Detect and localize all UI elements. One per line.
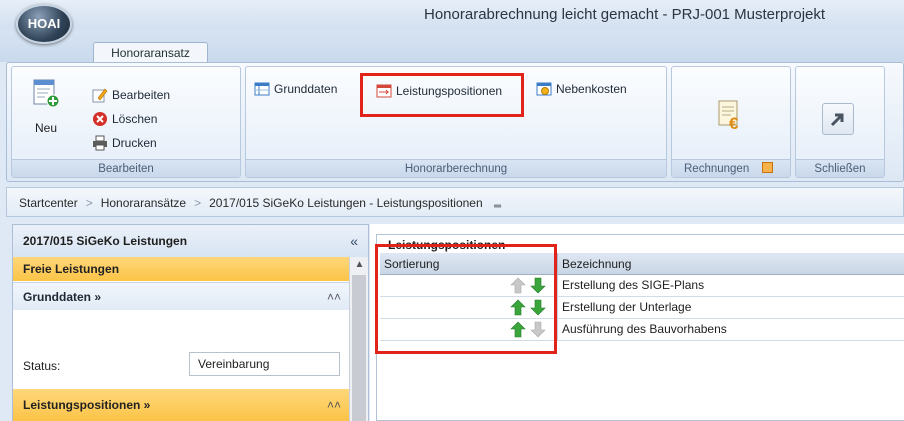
printer-icon	[93, 135, 107, 151]
ribbon-group-schliessen: Schließen	[795, 66, 885, 178]
edit-pencil-icon	[92, 88, 108, 103]
group-label-rechnungen: Rechnungen	[672, 159, 790, 177]
exit-arrow-icon	[830, 113, 844, 127]
invoice-euro-icon[interactable]: €	[714, 99, 746, 131]
grunddaten-button-label: Grunddaten	[274, 82, 338, 96]
new-button[interactable]: Neu	[24, 73, 68, 143]
table-icon	[254, 82, 270, 96]
ribbon-group-rechnungen: € Rechnungen	[671, 66, 791, 178]
left-panel-header: 2017/015 SiGeKo Leistungen «	[13, 225, 368, 257]
bezeichnung-cell: Ausführung des Bauvorhabens	[562, 322, 727, 336]
window-title: Honorarabrechnung leicht gemacht - PRJ-0…	[424, 6, 826, 23]
delete-x-icon	[93, 112, 107, 126]
highlight-sortierung-column	[375, 244, 557, 354]
delete-button-label: Löschen	[112, 112, 158, 126]
costs-table-icon	[536, 82, 552, 96]
bezeichnung-cell: Erstellung des SIGE-Plans	[562, 278, 705, 292]
app-logo-button[interactable]: HOAI	[16, 4, 72, 44]
rechnungen-label: Rechnungen	[684, 163, 750, 175]
nebenkosten-button-label: Nebenkosten	[556, 82, 627, 96]
section-leistungspositionen-label: Leistungspositionen »	[23, 398, 151, 412]
delete-button[interactable]: Löschen	[92, 111, 157, 127]
scroll-up-icon[interactable]: ▲	[350, 259, 369, 270]
new-document-icon	[33, 79, 60, 108]
left-panel-title: 2017/015 SiGeKo Leistungen	[23, 234, 188, 248]
collapse-section-icon[interactable]: ˄˄	[327, 389, 341, 421]
highlight-leistungspositionen-button	[360, 73, 524, 117]
group-label-schliessen: Schließen	[796, 159, 884, 177]
close-button[interactable]	[822, 103, 854, 135]
svg-text:€: €	[729, 114, 739, 131]
status-label: Status:	[23, 359, 61, 373]
title-bar: Honorarabrechnung leicht gemacht - PRJ-0…	[0, 0, 904, 30]
collapse-section-icon[interactable]: ˄˄	[327, 283, 341, 311]
ribbon-group-bearbeiten: Neu Bearbeiten Löschen Drucken Bearbeite…	[11, 66, 241, 178]
grunddaten-button[interactable]: Grunddaten	[254, 81, 337, 97]
print-button[interactable]: Drucken	[92, 135, 157, 151]
left-navigation-panel: 2017/015 SiGeKo Leistungen « Freie Leist…	[12, 224, 369, 421]
group-label-bearbeiten: Bearbeiten	[12, 159, 240, 177]
group-label-honorarberechnung: Honorarberechnung	[246, 159, 666, 177]
section-freie-leistungen[interactable]: Freie Leistungen	[13, 257, 349, 281]
edit-button-label: Bearbeiten	[112, 88, 171, 102]
edit-button[interactable]: Bearbeiten	[92, 87, 170, 103]
print-button-label: Drucken	[112, 136, 157, 150]
breadcrumb-item-honoraransaetze[interactable]: Honoraransätze	[101, 196, 186, 210]
section-grunddaten-label: Grunddaten »	[23, 290, 102, 304]
section-leistungspositionen[interactable]: Leistungspositionen » ˄˄	[13, 389, 349, 421]
breadcrumb-item-startcenter[interactable]: Startcenter	[19, 196, 78, 210]
breadcrumb-item-current[interactable]: 2017/015 SiGeKo Leistungen - Leistungspo…	[209, 196, 483, 210]
dialog-launcher-icon[interactable]	[762, 162, 774, 173]
bezeichnung-cell: Erstellung der Unterlage	[562, 300, 692, 314]
new-button-label: Neu	[34, 121, 57, 135]
breadcrumb-items: Startcenter > Honoraransätze >2017/015 SiGe…	[19, 196, 502, 212]
breadcrumb-dropdown-icon[interactable]: ═	[494, 201, 501, 212]
ribbon-tab-strip: Honoraransatz	[0, 30, 904, 64]
nebenkosten-button[interactable]: Nebenkosten	[536, 81, 627, 97]
tab-honoraransatz[interactable]: Honoraransatz	[93, 42, 208, 64]
breadcrumb: Startcenter > Honoraransätze >2017/015 SiGe…	[6, 187, 904, 217]
column-header-bezeichnung[interactable]: Bezeichnung	[558, 253, 631, 275]
section-grunddaten[interactable]: Grunddaten » ˄˄	[13, 282, 349, 310]
status-field[interactable]: Vereinbarung	[189, 352, 340, 376]
scrollbar-thumb[interactable]	[352, 275, 366, 421]
collapse-panel-icon[interactable]: «	[350, 225, 358, 257]
left-panel-scrollbar[interactable]: ▲	[349, 257, 368, 421]
